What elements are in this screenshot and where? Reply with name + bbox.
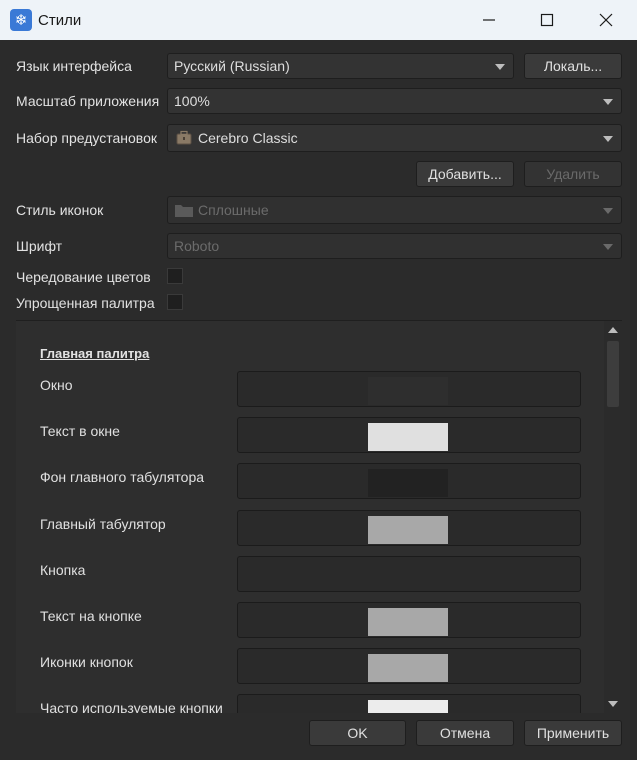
- language-value: Русский (Russian): [174, 58, 290, 74]
- palette-row-label: Текст в окне: [40, 423, 120, 439]
- font-label: Шрифт: [16, 238, 63, 254]
- ok-button[interactable]: OK: [309, 720, 406, 746]
- palette-panel: Главная палитра Окно Текст в окне Фон глав…: [16, 320, 622, 713]
- palette-row-label: Кнопка: [40, 562, 86, 578]
- preset-label: Набор предустановок: [16, 130, 157, 146]
- preset-select[interactable]: Cerebro Classic: [167, 124, 622, 152]
- add-preset-button[interactable]: Добавить...: [416, 161, 514, 187]
- palette-row-label: Окно: [40, 377, 73, 393]
- icon-style-value: Сплошные: [198, 202, 269, 218]
- palette-color-button[interactable]: [237, 556, 581, 592]
- close-icon: [599, 13, 613, 27]
- scroll-thumb[interactable]: [607, 341, 619, 407]
- palette-scrollbar[interactable]: [604, 321, 622, 713]
- scale-select[interactable]: 100%: [167, 88, 622, 114]
- color-alternation-checkbox[interactable]: [167, 268, 183, 284]
- language-label: Язык интерфейса: [16, 58, 132, 74]
- language-select[interactable]: Русский (Russian): [167, 53, 514, 79]
- maximize-button[interactable]: [524, 0, 570, 40]
- chevron-down-icon: [603, 208, 613, 214]
- scale-value: 100%: [174, 93, 210, 109]
- palette-row-label: Иконки кнопок: [40, 654, 133, 670]
- folder-icon: [174, 202, 194, 218]
- apply-button[interactable]: Применить: [524, 720, 622, 746]
- chevron-down-icon: [495, 64, 505, 70]
- scroll-down-icon[interactable]: [608, 701, 618, 707]
- color-alternation-label: Чередование цветов: [16, 269, 151, 285]
- chevron-down-icon: [603, 136, 613, 142]
- palette-row-label: Текст на кнопке: [40, 608, 142, 624]
- cancel-button[interactable]: Отмена: [416, 720, 514, 746]
- close-button[interactable]: [583, 0, 629, 40]
- palette-color-button[interactable]: [237, 648, 581, 684]
- locale-button[interactable]: Локаль...: [524, 53, 622, 79]
- palette-color-button[interactable]: [237, 417, 581, 453]
- simplified-palette-label: Упрощенная палитра: [16, 295, 155, 311]
- palette-color-button[interactable]: [237, 463, 581, 499]
- title-bar: ❄ Стили: [0, 0, 637, 40]
- scroll-up-icon[interactable]: [608, 327, 618, 333]
- palette-color-button[interactable]: [237, 510, 581, 546]
- color-swatch: [368, 469, 448, 497]
- chevron-down-icon: [603, 99, 613, 105]
- color-swatch: [368, 608, 448, 636]
- palette-color-button[interactable]: [237, 371, 581, 407]
- color-swatch: [368, 562, 448, 590]
- palette-color-button[interactable]: [237, 694, 581, 713]
- palette-title: Главная палитра: [40, 346, 150, 361]
- color-swatch: [368, 423, 448, 451]
- chevron-down-icon: [603, 244, 613, 250]
- maximize-icon: [540, 13, 554, 27]
- palette-row-label: Часто используемые кнопки: [40, 700, 223, 713]
- icon-style-label: Стиль иконок: [16, 202, 104, 218]
- minimize-icon: [483, 19, 495, 21]
- minimize-button[interactable]: [466, 0, 512, 40]
- briefcase-icon: [176, 130, 192, 146]
- color-swatch: [368, 654, 448, 682]
- color-swatch: [368, 377, 448, 405]
- palette-row-label: Главный табулятор: [40, 516, 166, 532]
- color-swatch: [368, 516, 448, 544]
- preset-value: Cerebro Classic: [198, 130, 298, 146]
- font-value: Roboto: [174, 238, 220, 254]
- palette-color-button[interactable]: [237, 602, 581, 638]
- window-title: Стили: [38, 12, 82, 29]
- palette-row-label: Фон главного табулятора: [40, 469, 205, 485]
- icon-style-select[interactable]: Сплошные: [167, 196, 622, 224]
- font-select[interactable]: Roboto: [167, 233, 622, 259]
- scale-label: Масштаб приложения: [16, 93, 160, 109]
- simplified-palette-checkbox[interactable]: [167, 294, 183, 310]
- delete-preset-button[interactable]: Удалить: [524, 161, 622, 187]
- app-snowflake-icon: ❄: [10, 9, 32, 31]
- color-swatch: [368, 700, 448, 713]
